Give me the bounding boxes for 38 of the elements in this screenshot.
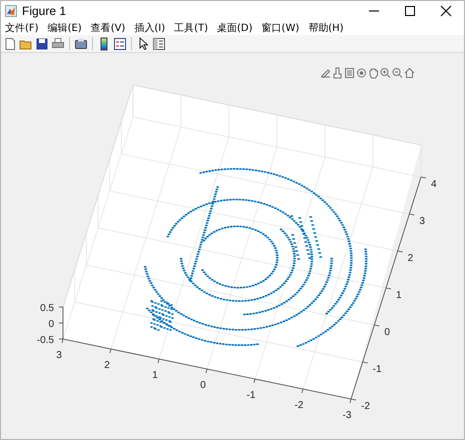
print-preview-icon[interactable] (74, 36, 88, 50)
hand-icon[interactable] (368, 67, 379, 79)
panel-icon[interactable] (152, 36, 166, 50)
menu-item[interactable]: 文件(F) (5, 21, 39, 35)
menu-item[interactable]: 工具(T) (174, 21, 208, 35)
tick-label: 0 (48, 319, 54, 330)
tick-label: 4 (431, 179, 437, 190)
tick-label: -0.5 (36, 335, 54, 346)
menu-item[interactable]: 插入(I) (134, 21, 166, 35)
tick-label: -1 (246, 390, 256, 401)
tick-label: -2 (294, 400, 304, 411)
tick-label: 0 (200, 380, 206, 391)
save-icon[interactable] (35, 36, 49, 50)
tick-label: -2 (361, 401, 370, 412)
z-axis (58, 306, 64, 340)
tick-label: 3 (419, 216, 425, 227)
tick-label: -3 (342, 410, 352, 421)
menu-item[interactable]: 帮助(H) (308, 21, 344, 35)
zoom-in-icon[interactable] (380, 67, 391, 79)
window-title: Figure 1 (22, 4, 68, 18)
zoom-out-icon[interactable] (392, 67, 403, 79)
menu-item[interactable]: 桌面(D) (217, 21, 253, 35)
print-icon[interactable] (51, 36, 65, 50)
home-icon[interactable] (404, 67, 415, 79)
legend-icon[interactable] (113, 36, 127, 50)
tick-label: 1 (396, 290, 402, 301)
tick-label: 2 (104, 360, 110, 371)
menu-item[interactable]: 编辑(E) (48, 21, 82, 35)
menu-item[interactable]: 窗口(W) (262, 21, 300, 35)
tick-label: 0 (384, 327, 390, 338)
tick-label: 2 (408, 253, 414, 264)
tick-label: -1 (372, 364, 382, 375)
tick-label: 1 (152, 370, 158, 381)
figure-logo-icon (5, 5, 17, 17)
list-icon[interactable] (344, 67, 355, 79)
tick-label: 3 (56, 350, 62, 361)
tick-label: 0.5 (40, 303, 54, 314)
menu-item[interactable]: 查看(V) (90, 21, 126, 35)
